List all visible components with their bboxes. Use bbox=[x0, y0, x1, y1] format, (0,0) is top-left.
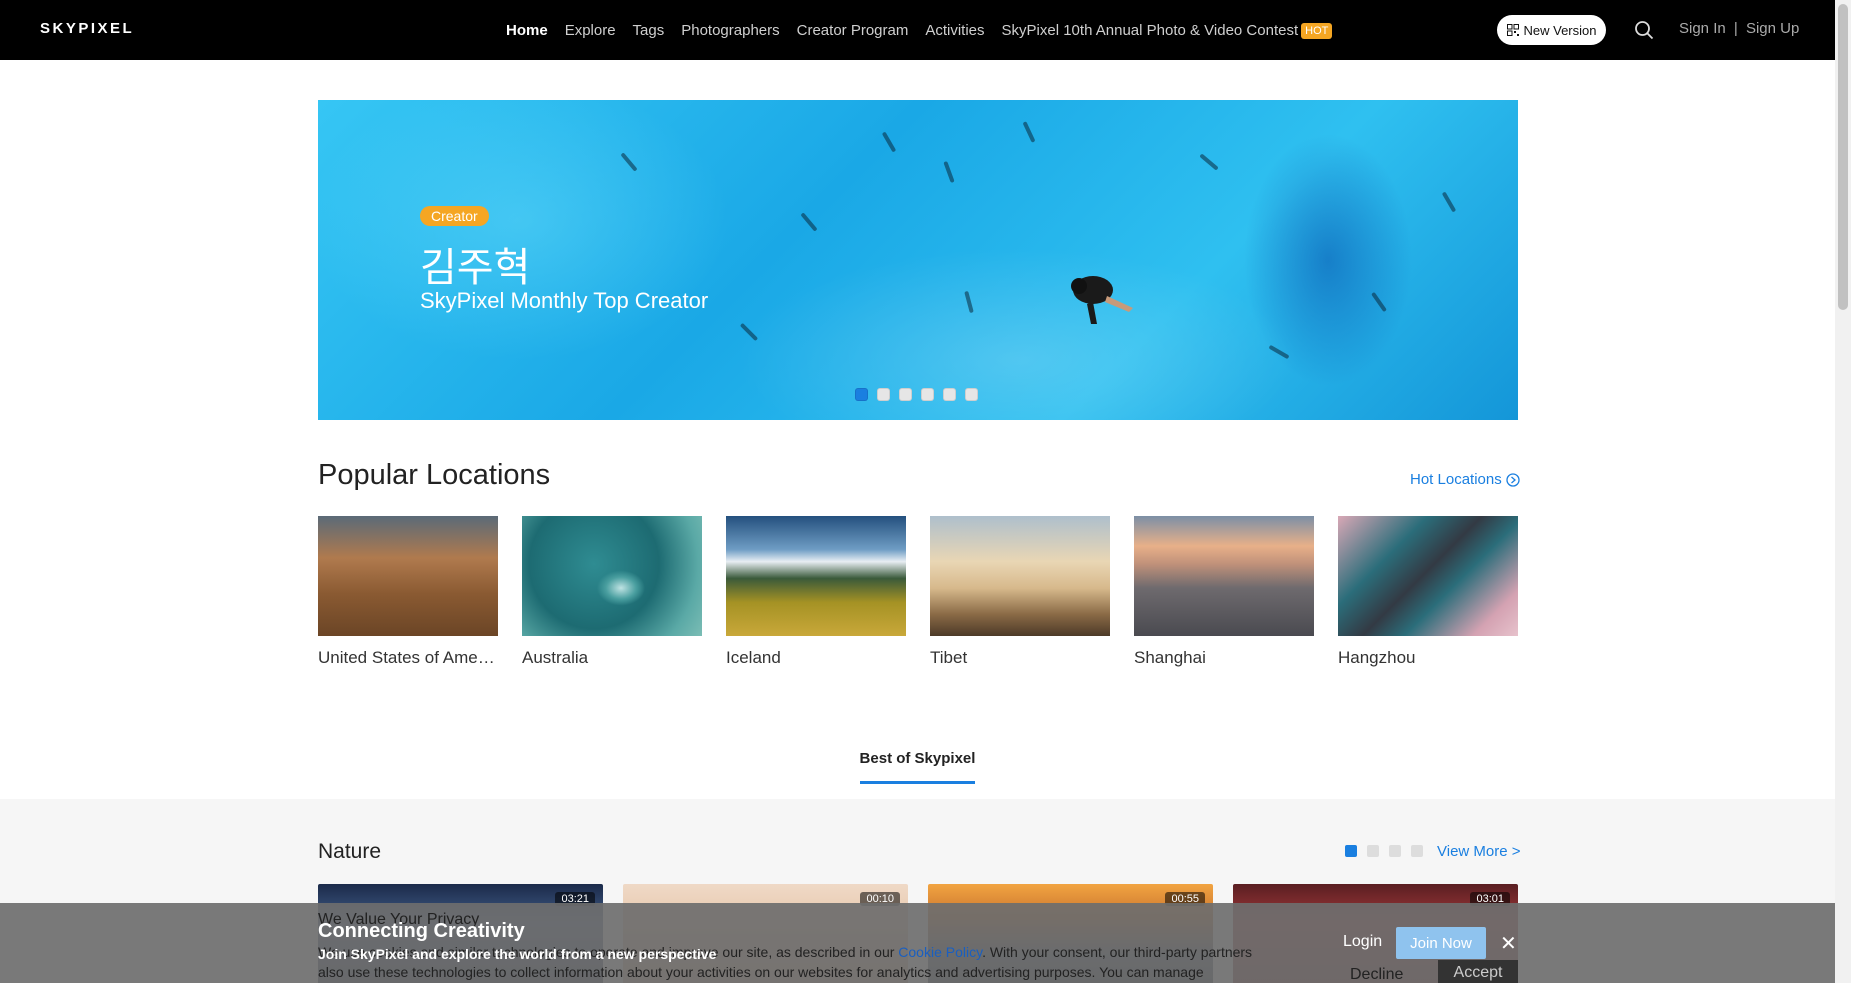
location-photo bbox=[1338, 516, 1518, 636]
location-photo bbox=[930, 516, 1110, 636]
view-more-link[interactable]: View More > bbox=[1437, 843, 1521, 860]
location-label: Tibet bbox=[930, 648, 968, 667]
hero-texture bbox=[1371, 291, 1387, 313]
qr-icon bbox=[1506, 24, 1519, 36]
location-photo bbox=[318, 516, 498, 636]
cookie-policy-link[interactable]: Cookie Policy bbox=[898, 944, 982, 960]
hero-creator-name[interactable]: 김주혁 bbox=[420, 235, 530, 293]
arrow-circle-icon bbox=[1506, 472, 1520, 487]
hero-texture bbox=[964, 290, 974, 314]
location-card[interactable]: Shanghai bbox=[1134, 516, 1314, 668]
nav-creator-program[interactable]: Creator Program bbox=[797, 22, 909, 39]
page-scrollbar[interactable] bbox=[1835, 0, 1851, 983]
hero-texture bbox=[1199, 153, 1219, 171]
location-label: Iceland bbox=[726, 648, 781, 667]
sign-in-link[interactable]: Sign In bbox=[1679, 20, 1726, 37]
location-label: Hangzhou bbox=[1338, 648, 1416, 667]
join-banner-subtitle: Join SkyPixel and explore the world from… bbox=[318, 946, 717, 962]
carousel-dot[interactable] bbox=[855, 388, 868, 401]
main-nav: Home Explore Tags Photographers Creator … bbox=[506, 0, 1333, 60]
nav-activities[interactable]: Activities bbox=[925, 22, 984, 39]
carousel-dot[interactable] bbox=[943, 388, 956, 401]
hero-texture bbox=[1268, 344, 1290, 360]
location-label: Australia bbox=[522, 648, 589, 667]
hot-locations-link[interactable]: Hot Locations bbox=[1410, 471, 1520, 488]
creator-badge: Creator bbox=[420, 206, 489, 226]
page-indicator[interactable] bbox=[1389, 845, 1401, 857]
hero-texture bbox=[1022, 121, 1036, 143]
top-navigation-bar: SKYPIXEL Home Explore Tags Photographers… bbox=[0, 0, 1835, 60]
hero-texture bbox=[1441, 191, 1457, 213]
nav-contest[interactable]: SkyPixel 10th Annual Photo & Video Conte… bbox=[1002, 22, 1333, 39]
nav-contest-label: SkyPixel 10th Annual Photo & Video Conte… bbox=[1001, 21, 1299, 39]
location-label: United States of America bbox=[318, 648, 498, 667]
location-card[interactable]: Tibet bbox=[930, 516, 1110, 668]
nav-home[interactable]: Home bbox=[506, 22, 548, 39]
join-now-button[interactable]: Join Now bbox=[1396, 927, 1486, 959]
page-indicator[interactable] bbox=[1345, 845, 1357, 857]
page-indicator[interactable] bbox=[1411, 845, 1423, 857]
location-card[interactable]: Australia bbox=[522, 516, 702, 668]
section-tabs: Best of Skypixel bbox=[0, 750, 1835, 784]
location-card[interactable]: United States of America bbox=[318, 516, 498, 668]
nav-explore[interactable]: Explore bbox=[565, 22, 616, 39]
location-label: Shanghai bbox=[1134, 648, 1206, 667]
hero-texture bbox=[881, 131, 897, 153]
carousel-dots bbox=[855, 388, 978, 401]
close-icon[interactable]: ✕ bbox=[1500, 931, 1517, 956]
search-icon[interactable] bbox=[1634, 20, 1654, 40]
sign-up-link[interactable]: Sign Up bbox=[1746, 20, 1799, 37]
popular-locations-title: Popular Locations bbox=[318, 459, 551, 491]
skypixel-logo[interactable]: SKYPIXEL bbox=[40, 20, 134, 37]
hero-subtitle: SkyPixel Monthly Top Creator bbox=[420, 288, 709, 313]
carousel-dot[interactable] bbox=[921, 388, 934, 401]
swimmer-figure bbox=[1071, 276, 1133, 324]
location-photo bbox=[522, 516, 702, 636]
login-button[interactable]: Login bbox=[1343, 933, 1382, 951]
location-card[interactable]: Iceland bbox=[726, 516, 906, 668]
tab-best-of-skypixel[interactable]: Best of Skypixel bbox=[859, 750, 976, 784]
decline-button[interactable]: Decline bbox=[1350, 966, 1403, 983]
hot-locations-label: Hot Locations bbox=[1410, 471, 1502, 488]
location-photo bbox=[1134, 516, 1314, 636]
location-card[interactable]: Hangzhou bbox=[1338, 516, 1518, 668]
new-version-button[interactable]: New Version bbox=[1497, 15, 1606, 45]
carousel-dot[interactable] bbox=[877, 388, 890, 401]
hero-texture bbox=[739, 322, 759, 342]
accept-button[interactable]: Accept bbox=[1438, 960, 1518, 983]
new-version-label: New Version bbox=[1523, 22, 1597, 38]
page-indicator[interactable] bbox=[1367, 845, 1379, 857]
hot-badge: HOT bbox=[1301, 22, 1333, 39]
auth-links: Sign In | Sign Up bbox=[1679, 20, 1799, 37]
auth-separator: | bbox=[1733, 20, 1738, 37]
hero-texture bbox=[943, 160, 955, 184]
scrollbar-thumb[interactable] bbox=[1838, 4, 1848, 310]
location-photo bbox=[726, 516, 906, 636]
join-banner-title: Connecting Creativity bbox=[318, 920, 525, 942]
nav-tags[interactable]: Tags bbox=[633, 22, 665, 39]
carousel-dot[interactable] bbox=[899, 388, 912, 401]
hero-texture bbox=[800, 212, 818, 232]
nature-title: Nature bbox=[318, 840, 382, 863]
nav-photographers[interactable]: Photographers bbox=[681, 22, 779, 39]
hero-banner[interactable]: Creator 김주혁 SkyPixel Monthly Top Creator bbox=[318, 100, 1518, 420]
hero-texture bbox=[620, 152, 638, 172]
carousel-dot[interactable] bbox=[965, 388, 978, 401]
locations-row: United States of America Australia Icela… bbox=[318, 516, 1518, 668]
